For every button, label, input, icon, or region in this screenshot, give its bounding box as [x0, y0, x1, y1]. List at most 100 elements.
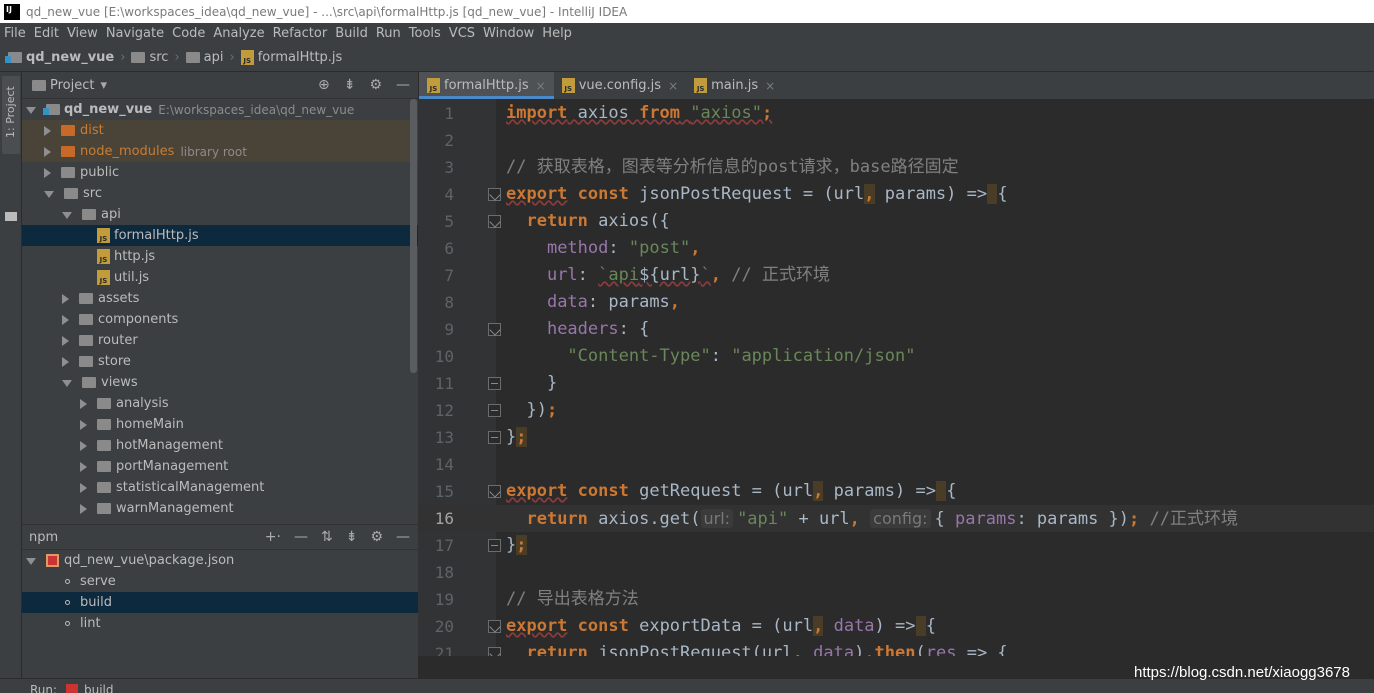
hide-panel-icon[interactable]: —	[396, 77, 410, 93]
close-icon[interactable]: ×	[765, 79, 775, 93]
tree-item[interactable]: node_modules library root	[22, 141, 418, 162]
breadcrumb-file[interactable]: JS formalHttp.js	[240, 50, 342, 65]
fold-open-icon[interactable]	[488, 647, 501, 656]
npm-script-serve[interactable]: serve	[22, 571, 418, 592]
menu-file[interactable]: File	[4, 26, 26, 41]
chevron-right-icon[interactable]	[80, 503, 87, 514]
chevron-right-icon[interactable]	[44, 125, 51, 136]
chevron-right-icon[interactable]	[62, 293, 69, 304]
menu-refactor[interactable]: Refactor	[273, 26, 328, 41]
fold-open-icon[interactable]	[488, 188, 501, 201]
tree-item[interactable]: src	[22, 183, 418, 204]
chevron-down-icon[interactable]: ▾	[100, 78, 107, 93]
chevron-down-icon[interactable]	[62, 380, 72, 387]
code-line[interactable]: 5 return axios({	[418, 208, 1374, 235]
add-script-icon[interactable]: +·	[265, 529, 281, 545]
chevron-down-icon[interactable]	[62, 212, 72, 219]
menu-code[interactable]: Code	[172, 26, 205, 41]
chevron-down-icon[interactable]	[44, 191, 54, 198]
code-editor[interactable]: 1 import axios from "axios"; 2 3 // 获取表格，图表等…	[418, 99, 1374, 656]
menu-help[interactable]: Help	[542, 26, 572, 41]
tree-item[interactable]: router	[22, 330, 418, 351]
code-line[interactable]: 17};	[418, 532, 1374, 559]
run-script-icon[interactable]: ⇅	[321, 529, 333, 545]
code-line[interactable]: 1 import axios from "axios";	[418, 100, 1374, 127]
tree-item[interactable]: warnManagement	[22, 498, 418, 519]
chevron-right-icon[interactable]	[44, 167, 51, 178]
fold-close-icon[interactable]	[488, 431, 501, 444]
tree-item[interactable]: assets	[22, 288, 418, 309]
code-line[interactable]: 19 // 导出表格方法	[418, 586, 1374, 613]
chevron-right-icon[interactable]	[80, 419, 87, 430]
collapse-all-icon[interactable]: ⇟	[346, 529, 358, 545]
code-line[interactable]: 15 export const getRequest = (url, params…	[418, 478, 1374, 505]
menu-analyze[interactable]: Analyze	[213, 26, 264, 41]
tree-item[interactable]: api	[22, 204, 418, 225]
chevron-right-icon[interactable]	[80, 398, 87, 409]
breadcrumb-api[interactable]: api	[185, 50, 223, 65]
code-line[interactable]: 18	[418, 559, 1374, 586]
breadcrumb-project[interactable]: qd_new_vue	[5, 50, 114, 65]
breadcrumb-src[interactable]: src	[131, 50, 168, 65]
tree-item[interactable]: hotManagement	[22, 435, 418, 456]
collapse-all-icon[interactable]: ⇟	[344, 77, 356, 93]
npm-script-lint[interactable]: lint	[22, 613, 418, 634]
code-line[interactable]: 7 url: `api${url}`, // 正式环境	[418, 262, 1374, 289]
code-line[interactable]: 12 });	[418, 397, 1374, 424]
tree-item[interactable]: public	[22, 162, 418, 183]
npm-script-build[interactable]: build	[22, 592, 418, 613]
tree-item[interactable]: JS util.js	[22, 267, 418, 288]
tree-item[interactable]: dist	[22, 120, 418, 141]
hide-panel-icon[interactable]: —	[396, 529, 410, 545]
menu-navigate[interactable]: Navigate	[106, 26, 164, 41]
project-panel-title[interactable]: Project	[50, 78, 94, 93]
project-tool-tab[interactable]: 1: Project	[2, 76, 20, 154]
tree-item[interactable]: store	[22, 351, 418, 372]
chevron-right-icon[interactable]	[62, 356, 69, 367]
menu-run[interactable]: Run	[376, 26, 401, 41]
close-icon[interactable]: ×	[536, 79, 546, 93]
tab-vue-config-js[interactable]: JS vue.config.js ×	[554, 72, 686, 99]
tree-item[interactable]: JS formalHttp.js	[22, 225, 418, 246]
menu-window[interactable]: Window	[483, 26, 534, 41]
chevron-right-icon[interactable]	[62, 335, 69, 346]
menu-edit[interactable]: Edit	[34, 26, 59, 41]
menu-vcs[interactable]: VCS	[449, 26, 475, 41]
npm-package-row[interactable]: qd_new_vue\package.json	[22, 550, 418, 571]
menu-tools[interactable]: Tools	[409, 26, 441, 41]
fold-open-icon[interactable]	[488, 323, 501, 336]
code-line[interactable]: 6 method: "post",	[418, 235, 1374, 262]
code-line[interactable]: 11 }	[418, 370, 1374, 397]
tree-item[interactable]: components	[22, 309, 418, 330]
code-line[interactable]: 2	[418, 127, 1374, 154]
code-line[interactable]: 21 return jsonPostRequest(url, data).the…	[418, 640, 1374, 656]
chevron-right-icon[interactable]	[44, 146, 51, 157]
chevron-right-icon[interactable]	[80, 440, 87, 451]
close-icon[interactable]: ×	[668, 79, 678, 93]
code-line[interactable]: 3 // 获取表格，图表等分析信息的post请求，base路径固定	[418, 154, 1374, 181]
menu-build[interactable]: Build	[335, 26, 368, 41]
code-line[interactable]: 4 export const jsonPostRequest = (url, pa…	[418, 181, 1374, 208]
tree-item[interactable]: homeMain	[22, 414, 418, 435]
tree-item[interactable]: JS http.js	[22, 246, 418, 267]
code-line[interactable]: 13};	[418, 424, 1374, 451]
code-line[interactable]: 9 headers: {	[418, 316, 1374, 343]
locate-file-icon[interactable]: ⊕	[318, 77, 330, 93]
run-label[interactable]: Run:	[30, 683, 57, 693]
fold-close-icon[interactable]	[488, 539, 501, 552]
tree-item[interactable]: analysis	[22, 393, 418, 414]
code-line[interactable]: 20 export const exportData = (url, data) …	[418, 613, 1374, 640]
chevron-right-icon[interactable]	[80, 482, 87, 493]
fold-close-icon[interactable]	[488, 377, 501, 390]
fold-open-icon[interactable]	[488, 620, 501, 633]
fold-open-icon[interactable]	[488, 215, 501, 228]
gear-icon[interactable]: ⚙	[369, 77, 382, 93]
run-config-tab[interactable]: build	[66, 683, 114, 693]
tree-item[interactable]: views	[22, 372, 418, 393]
fold-open-icon[interactable]	[488, 485, 501, 498]
chevron-down-icon[interactable]	[26, 558, 36, 565]
structure-tool-icon[interactable]	[5, 212, 17, 221]
chevron-right-icon[interactable]	[62, 314, 69, 325]
project-tree-scrollbar[interactable]	[410, 99, 417, 373]
code-line[interactable]: 16 return axios.get(url: "api" + url, con…	[418, 505, 1374, 532]
